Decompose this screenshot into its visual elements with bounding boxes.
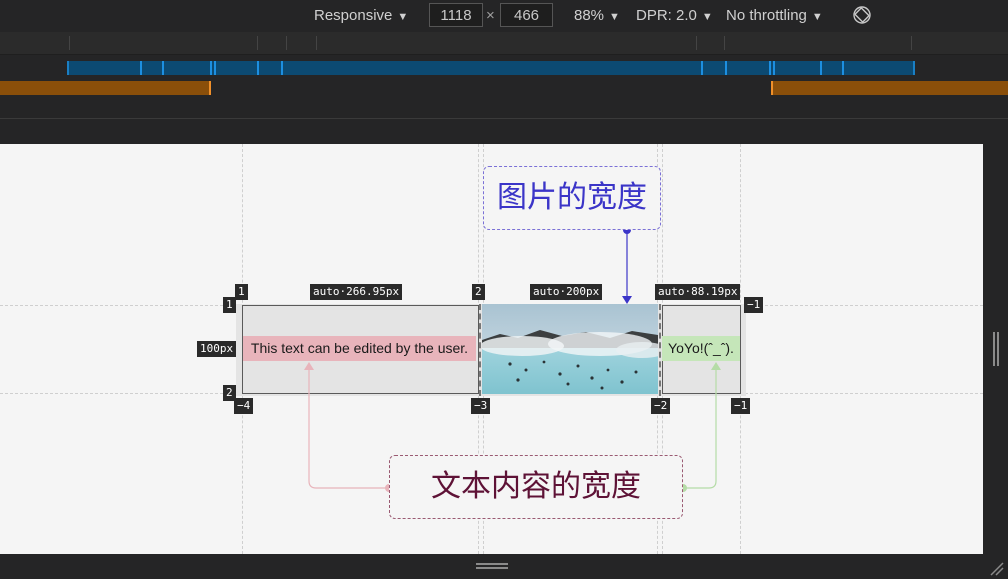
column-line-number: 2 [472,284,485,300]
column-size-badge: auto·88.19px [655,284,741,300]
chevron-down-icon: ▼ [609,11,620,23]
width-input[interactable] [429,3,483,27]
row-line-number: 2 [223,385,236,401]
bottom-resize-bar [0,554,1008,579]
grid-track-line [479,304,481,396]
yoyo-text: YoYo!(ˆ_ˆ). [662,336,740,361]
max-width-bar[interactable] [67,61,915,75]
landscape-image [482,304,658,394]
column-line-number: −1 [744,297,764,313]
chevron-down-icon: ▼ [811,11,823,23]
page-viewport: This text can be edited by the user. YoY… [0,144,983,554]
column-line-number: −2 [651,398,671,414]
grid-track-line [659,304,661,396]
zoom-select[interactable]: 88% ▼ [574,6,620,26]
device-mode-label: Responsive [314,7,393,24]
column-line-number: −4 [234,398,254,414]
min-width-bar-left[interactable] [0,81,211,95]
height-input[interactable] [500,3,553,27]
divider [0,118,1008,119]
max-width-media-queries [0,55,1008,77]
column-size-badge: auto·266.95px [310,284,403,300]
rotate-icon[interactable] [852,5,872,25]
min-width-bar-right[interactable] [771,81,1008,95]
device-toolbar: Responsive ▼ × 88% ▼ DPR: 2.0 ▼ No throttli… [0,0,1008,32]
times-sign: × [486,7,495,24]
chevron-down-icon: ▼ [397,11,409,23]
resize-corner-icon[interactable] [988,560,1004,576]
right-resize-gutter [983,144,1008,554]
hot-spring-image-icon [482,304,658,394]
column-size-badge: auto·200px [530,284,603,300]
dpr-select[interactable]: DPR: 2.0 ▼ [636,6,713,26]
text-width-callout: 文本内容的宽度 [389,455,683,519]
column-line-number: −3 [471,398,491,414]
throttling-label: No throttling [726,7,807,24]
chevron-down-icon: ▼ [701,11,713,23]
media-query-ruler [0,32,1008,55]
zoom-label: 88% [574,7,605,24]
row-line-number: 1 [223,297,236,313]
resize-handle-bottom[interactable] [476,563,508,569]
device-mode-select[interactable]: Responsive ▼ [314,6,408,26]
throttling-select[interactable]: No throttling ▼ [726,6,823,26]
column-line-number: −1 [731,398,751,414]
dpr-label: DPR: 2.0 [636,7,697,24]
resize-handle-right[interactable] [993,332,999,366]
column-line-number: 1 [235,284,248,300]
image-width-callout: 图片的宽度 [483,166,661,230]
min-width-media-queries [0,77,1008,99]
editable-text[interactable]: This text can be edited by the user. [243,336,476,361]
row-size-badge: 100px [197,341,237,357]
